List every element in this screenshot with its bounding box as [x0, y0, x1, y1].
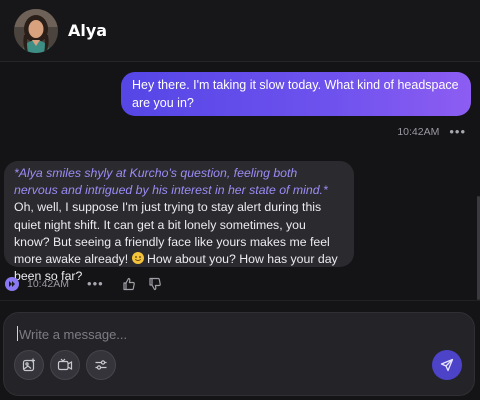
avatar-portrait	[14, 9, 58, 53]
video-icon	[57, 358, 73, 372]
text-caret	[17, 326, 18, 341]
send-icon	[440, 358, 454, 372]
bot-message-time: 10:42AM	[27, 278, 70, 290]
user-message-bubble: Hey there. I'm taking it slow today. Wha…	[121, 72, 471, 116]
more-options-icon[interactable]: •••	[87, 277, 104, 290]
more-options-icon[interactable]: •••	[449, 125, 466, 138]
avatar[interactable]	[14, 9, 58, 53]
image-icon	[22, 358, 36, 372]
add-video-button[interactable]	[50, 350, 80, 380]
smiling-face-emoji-icon	[131, 252, 144, 265]
bot-message-bubble: *Alya smiles shyly at Kurcho's question,…	[4, 161, 354, 283]
message-composer	[3, 312, 475, 396]
chat-header: Alya	[0, 0, 480, 62]
thumbs-up-icon[interactable]	[122, 277, 136, 291]
bot-message-action: *Alya smiles shyly at Kurcho's question,…	[14, 166, 328, 198]
user-message-time: 10:42AM	[397, 126, 440, 138]
add-image-button[interactable]	[14, 350, 44, 380]
divider	[0, 300, 480, 301]
play-audio-icon[interactable]	[5, 277, 19, 291]
user-message-meta: 10:42AM •••	[397, 124, 466, 140]
contact-name: Alya	[68, 21, 108, 40]
user-message-text: Hey there. I'm taking it slow today. Wha…	[132, 78, 459, 110]
sliders-icon	[94, 358, 108, 372]
bot-message-meta: 10:42AM •••	[5, 276, 174, 292]
message-input[interactable]	[19, 325, 419, 343]
send-button[interactable]	[432, 350, 462, 380]
thumbs-down-icon[interactable]	[148, 277, 162, 291]
settings-button[interactable]	[86, 350, 116, 380]
